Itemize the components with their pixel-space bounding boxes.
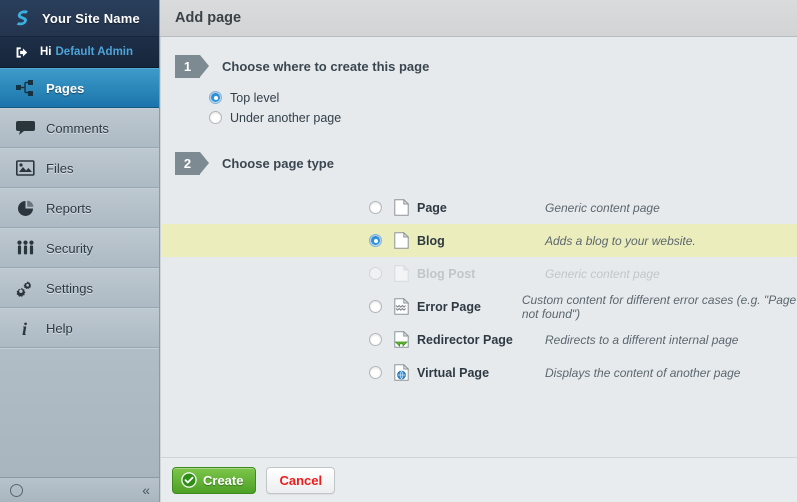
location-options: Top level Under another page [209,88,797,127]
sidebar-footer: « [0,477,159,502]
brand-header[interactable]: Your Site Name [0,0,159,37]
main-area: Add page 1 Choose where to create this p… [160,0,797,502]
form-actions: Create Cancel [160,457,797,502]
page-type-description: Custom content for different error cases… [521,292,797,321]
sidebar: Your Site Name Hi Default Admin Pages Co… [0,0,160,502]
sidebar-item-label: Settings [46,280,93,296]
sidebar-item-reports[interactable]: Reports [0,188,159,228]
radio-icon[interactable] [369,300,382,313]
page-type-row-redirector-page[interactable]: Redirector Page Redirects to a different… [161,323,797,356]
svg-text:i: i [22,319,27,337]
radio-label: Under another page [230,110,342,125]
page-title: Add page [175,10,242,26]
radio-icon[interactable] [369,333,382,346]
people-icon [14,237,36,259]
piechart-icon [14,197,36,219]
create-button-label: Create [203,472,244,488]
double-chevron-left-icon[interactable]: « [142,483,150,497]
page-type-row-virtual-page[interactable]: Virtual Page Displays the content of ano… [161,356,797,389]
page-type-list: Page Generic content page Blog Adds a bl… [161,191,797,389]
error-document-icon [394,297,410,315]
gears-icon [14,277,36,299]
step-title: Choose page type [222,156,334,171]
cancel-button-label: Cancel [279,472,323,488]
radio-icon[interactable] [369,234,382,247]
check-circle-icon [181,472,197,488]
sidebar-item-label: Files [46,160,74,176]
sitemap-icon [14,77,36,99]
sidebar-item-label: Security [46,240,93,256]
page-type-description: Redirects to a different internal page [545,332,739,347]
page-type-row-blog[interactable]: Blog Adds a blog to your website. [161,224,797,257]
info-icon: i [14,317,36,339]
page-type-description: Generic content page [545,200,660,215]
sidebar-item-label: Reports [46,200,92,216]
page-type-name: Redirector Page [417,332,513,347]
sidebar-item-label: Help [46,320,73,336]
page-type-row-page[interactable]: Page Generic content page [161,191,797,224]
logout-arrow-icon [16,46,28,58]
user-greeting-row[interactable]: Hi Default Admin [0,37,159,68]
sidebar-item-label: Pages [46,80,85,96]
sidebar-filler [0,348,159,477]
radio-label: Top level [230,90,280,105]
image-icon [14,157,36,179]
sidebar-item-files[interactable]: Files [0,148,159,188]
page-type-row-blog-post: Blog Post Generic content page [161,257,797,290]
radio-icon[interactable] [209,91,222,104]
radio-icon [369,267,382,280]
step-number-badge: 2 [175,152,209,175]
radio-icon[interactable] [369,366,382,379]
sidebar-item-security[interactable]: Security [0,228,159,268]
page-type-description: Generic content page [545,266,660,281]
page-type-name: Blog [417,233,445,248]
brand-title: Your Site Name [42,10,140,26]
document-icon [394,264,410,282]
create-button[interactable]: Create [172,466,257,494]
document-icon [394,231,410,249]
step-number-badge: 1 [175,55,209,78]
step-1: 1 Choose where to create this page [161,55,797,78]
radio-option-top-level[interactable]: Top level [209,88,797,107]
page-header: Add page [160,0,797,37]
radio-icon[interactable] [209,111,222,124]
greeting-text: Hi [40,46,52,58]
sidebar-item-pages[interactable]: Pages [0,68,159,108]
sidebar-item-label: Comments [46,120,109,136]
page-type-row-error-page[interactable]: Error Page Custom content for different … [161,290,797,323]
sidebar-item-help[interactable]: i Help [0,308,159,348]
page-type-name: Virtual Page [417,365,490,380]
globe-document-icon [394,363,410,381]
radio-icon[interactable] [369,201,382,214]
add-page-form: 1 Choose where to create this page Top l… [160,37,797,457]
redirect-document-icon [394,330,410,348]
page-type-name: Page [417,200,447,215]
sidebar-item-settings[interactable]: Settings [0,268,159,308]
page-type-description: Displays the content of another page [545,365,741,380]
s-logo-icon [16,10,29,26]
radio-option-under-another-page[interactable]: Under another page [209,108,797,127]
cancel-button[interactable]: Cancel [266,466,336,494]
admin-page: Your Site Name Hi Default Admin Pages Co… [0,0,797,502]
comment-icon [14,117,36,139]
page-type-name: Blog Post [417,266,476,281]
step-2: 2 Choose page type [161,152,797,175]
page-type-name: Error Page [417,299,481,314]
document-icon [394,198,410,216]
page-type-description: Adds a blog to your website. [545,233,696,248]
sidebar-item-comments[interactable]: Comments [0,108,159,148]
step-title: Choose where to create this page [222,59,430,74]
user-name: Default Admin [55,46,134,58]
circle-icon[interactable] [10,483,23,497]
